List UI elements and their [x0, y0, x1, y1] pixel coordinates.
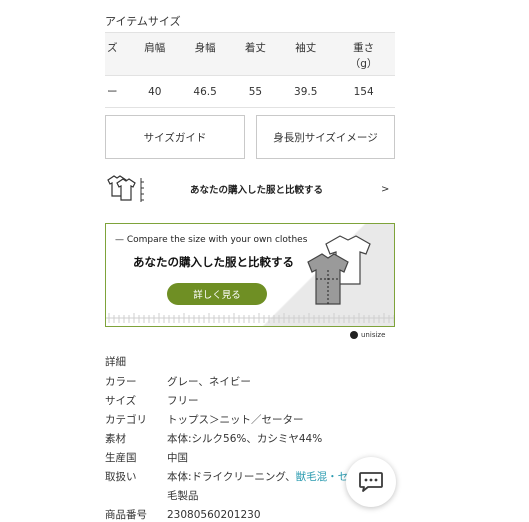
chat-bubble-icon — [359, 472, 383, 492]
care-link[interactable]: 獣毛混・セ — [296, 471, 349, 483]
detail-value: グレー、ネイビー — [167, 376, 251, 388]
list-item: 商品番号 23080560201230 — [105, 506, 405, 522]
unisize-banner[interactable]: — Compare the size with your own clothes… — [105, 223, 395, 327]
sleeve-cell: 39.5 — [279, 75, 333, 108]
detail-key: カラー — [105, 376, 137, 388]
item-size-title: アイテムサイズ — [105, 15, 181, 28]
list-item: カテゴリ トップス＞ニット／セーター — [105, 411, 405, 430]
unisize-logo-icon — [350, 331, 358, 339]
chest-col-header: 身幅 — [178, 32, 232, 76]
sleeve-col-header: 袖丈 — [279, 32, 333, 76]
table-row: ー 40 46.5 55 39.5 154 — [105, 75, 395, 108]
chest-cell: 46.5 — [178, 75, 232, 108]
unisize-brand-text: unisize — [361, 331, 386, 339]
banner-japanese-text: あなたの購入した服と比較する — [133, 255, 294, 269]
detail-key: 素材 — [105, 433, 126, 445]
see-details-button[interactable]: 詳しく見る — [167, 283, 267, 305]
shoulder-cell: 40 — [131, 75, 179, 108]
product-number: 23080560201230 — [167, 509, 261, 521]
length-col-header: 着丈 — [231, 32, 280, 76]
list-item: サイズ フリー — [105, 392, 405, 411]
detail-value: 本体:シルク56%、カシミヤ44% — [167, 433, 323, 445]
list-item: カラー グレー、ネイビー — [105, 373, 405, 392]
banner-english-text: — Compare the size with your own clothes — [115, 235, 308, 245]
detail-value: フリー — [167, 395, 199, 407]
compare-clothes-link[interactable]: あなたの購入した服と比較する > — [105, 170, 395, 208]
detail-key: 取扱い — [105, 471, 137, 483]
category-link[interactable]: トップス＞ニット／セーター — [167, 411, 405, 430]
weight-col-header: 重さ （g） — [332, 32, 395, 76]
size-guide-button[interactable]: サイズガイド — [105, 115, 245, 159]
detail-key: カテゴリ — [105, 414, 147, 426]
detail-key: 商品番号 — [105, 509, 147, 521]
chevron-right-icon: > — [381, 183, 390, 195]
ruler-decoration — [106, 313, 394, 323]
list-item: 素材 本体:シルク56%、カシミヤ44% — [105, 430, 405, 449]
weight-cell: 154 — [332, 75, 395, 108]
shoulder-col-header: 肩幅 — [131, 32, 179, 76]
height-size-image-button[interactable]: 身長別サイズイメージ — [256, 115, 395, 159]
tshirt-illustration-icon — [307, 235, 371, 305]
size-table: ズ 肩幅 身幅 着丈 袖丈 重さ （g） ー 40 46.5 55 39.5 15… — [105, 32, 395, 108]
chat-button[interactable] — [346, 457, 396, 507]
detail-key: サイズ — [105, 395, 137, 407]
unisize-logo: unisize — [350, 331, 385, 339]
tshirt-compare-icon — [105, 174, 153, 207]
size-cell: ー — [105, 75, 131, 108]
detail-key-empty — [105, 487, 167, 506]
size-col-header: ズ — [105, 32, 131, 76]
details-header: 詳細 — [105, 356, 126, 368]
detail-key: 生産国 — [105, 452, 137, 464]
length-cell: 55 — [231, 75, 280, 108]
size-table-header-row: ズ 肩幅 身幅 着丈 袖丈 重さ （g） — [105, 32, 395, 76]
care-text: 本体:ドライクリーニング、 — [167, 471, 296, 483]
